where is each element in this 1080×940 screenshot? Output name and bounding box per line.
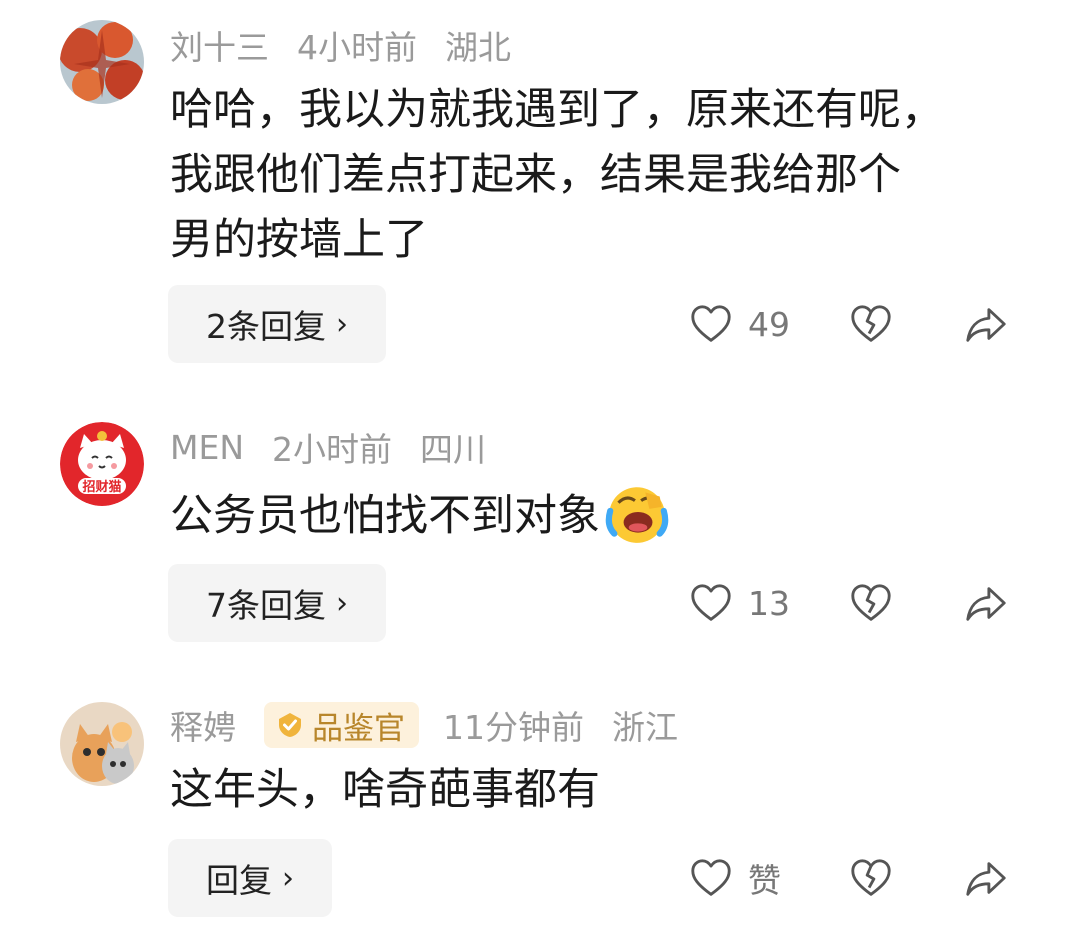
comment-time: 11分钟前 <box>443 708 584 747</box>
comment-location: 四川 <box>420 430 487 469</box>
avatar-brand-text: 招财猫 <box>82 479 121 495</box>
share-button[interactable] <box>963 301 1009 347</box>
comment-text: 哈哈，我以为就我遇到了，原来还有呢， 我跟他们差点打起来，结果是我给那个 男的按… <box>170 78 1030 273</box>
comment-time: 2小时前 <box>272 430 393 469</box>
broken-heart-icon <box>851 584 891 621</box>
user-badge: 品鉴官 <box>264 702 419 748</box>
dislike-button[interactable] <box>848 855 963 901</box>
comment-line: 男的按墙上了 <box>170 215 428 265</box>
heart-outline-icon <box>691 305 731 342</box>
like-count: 13 <box>748 583 790 623</box>
lucky-cat-avatar-icon: 招财猫 <box>60 422 144 506</box>
share-button[interactable] <box>963 580 1009 626</box>
user-avatar[interactable]: 招财猫 <box>60 422 144 506</box>
like-count: 49 <box>748 304 790 344</box>
comment-meta: 释娉 品鉴官 11分钟前 浙江 <box>170 700 706 750</box>
comment-meta: MEN 2小时前 四川 <box>170 422 514 472</box>
like-button[interactable]: 13 <box>688 580 848 626</box>
heart-outline-icon <box>691 859 731 896</box>
share-button[interactable] <box>963 855 1009 901</box>
like-button[interactable]: 49 <box>688 301 848 347</box>
kittens-avatar-icon <box>60 702 144 786</box>
view-replies-button[interactable]: 7条回复 › <box>168 564 386 642</box>
rolling-laughing-emoji-icon <box>605 487 669 543</box>
username[interactable]: 刘十三 <box>170 21 269 69</box>
dislike-button[interactable] <box>848 301 963 347</box>
reply-label: 回复 <box>206 861 272 900</box>
reply-button[interactable]: 回复 › <box>168 839 332 917</box>
username[interactable]: 释娉 <box>170 701 236 749</box>
comment-line: 哈哈，我以为就我遇到了，原来还有呢， <box>170 85 944 135</box>
like-button[interactable]: 赞 <box>688 854 848 902</box>
red-maple-leaves-avatar-icon <box>60 20 144 104</box>
comment-actions: 赞 <box>688 839 1020 917</box>
like-label: 赞 <box>748 861 781 900</box>
share-arrow-icon <box>966 308 1006 342</box>
comment-line: 这年头，啥奇葩事都有 <box>170 765 600 815</box>
chevron-right-icon: › <box>336 585 348 621</box>
share-arrow-icon <box>966 862 1006 896</box>
comment-time: 4小时前 <box>297 28 417 67</box>
comment-line: 公务员也怕找不到对象 <box>170 491 600 541</box>
user-avatar[interactable] <box>60 702 144 786</box>
comment-location: 浙江 <box>612 708 678 747</box>
reply-label: 7条回复 <box>206 586 326 625</box>
comment-text: 公务员也怕找不到对象 <box>170 480 1030 549</box>
chevron-right-icon: › <box>336 306 348 342</box>
comment-meta: 刘十三 4小时前 湖北 <box>170 20 539 70</box>
view-replies-button[interactable]: 2条回复 › <box>168 285 386 363</box>
heart-outline-icon <box>691 584 731 621</box>
chevron-right-icon: › <box>282 860 294 896</box>
reply-label: 2条回复 <box>206 307 326 346</box>
badge-label: 品鉴官 <box>312 710 405 747</box>
verified-badge-icon <box>279 713 301 737</box>
comment-location: 湖北 <box>445 28 511 67</box>
broken-heart-icon <box>851 859 891 896</box>
share-arrow-icon <box>966 587 1006 621</box>
dislike-button[interactable] <box>848 580 963 626</box>
broken-heart-icon <box>851 305 891 342</box>
comment-actions: 13 <box>688 564 1020 642</box>
username[interactable]: MEN <box>170 428 244 467</box>
comment-text: 这年头，啥奇葩事都有 <box>170 758 1030 823</box>
comment-actions: 49 <box>688 285 1020 363</box>
user-avatar[interactable] <box>60 20 144 104</box>
comment-line: 我跟他们差点打起来，结果是我给那个 <box>170 150 901 200</box>
